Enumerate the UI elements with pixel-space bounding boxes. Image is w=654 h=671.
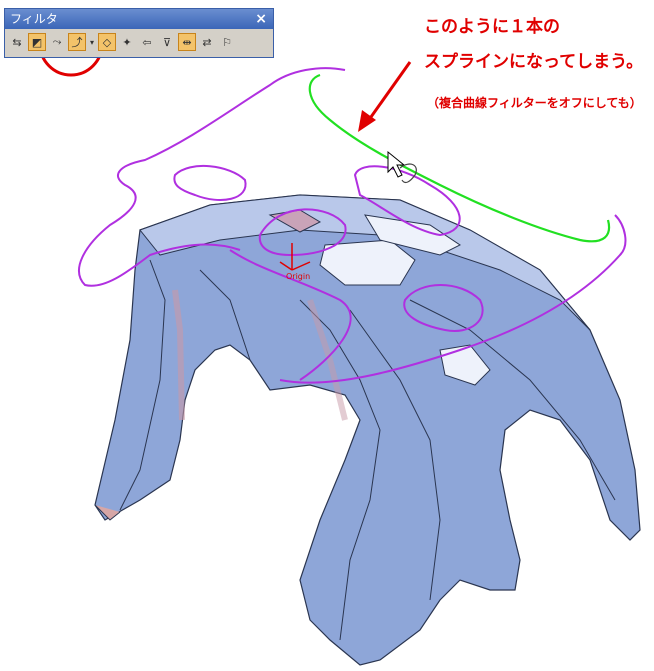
annotation-note: （複合曲線フィルターをオフにしても） [427,96,642,110]
filter-curve-icon[interactable]: ⤳ [48,33,66,51]
filter-composite-curve-icon[interactable]: ⤴ [68,33,86,51]
dropdown-arrow-icon[interactable]: ▾ [88,33,96,51]
annotation-line-2: スプラインになってしまう。 [424,52,644,72]
filter-point-icon[interactable]: ⇦ [138,33,156,51]
origin-label: Origin [286,272,311,281]
filter-settings-icon[interactable]: ⚐ [218,33,236,51]
mouse-cursor-icon [387,150,417,184]
filter-body-icon[interactable]: ⊽ [158,33,176,51]
toolbar-button-row: ⇆ ◩ ⤳ ⤴ ▾ ◇ ✦ ⇦ ⊽ ⇹ ⇄ ⚐ [5,29,273,55]
filter-edge-icon[interactable]: ◩ [28,33,46,51]
toolbar-titlebar[interactable]: フィルタ × [5,9,273,29]
annotation-line-1: このように１本の [424,17,560,37]
filter-swap-icon[interactable]: ⇆ [8,33,26,51]
annotation-arrow [358,61,412,132]
close-icon[interactable]: × [255,9,267,29]
filter-toolbar[interactable]: フィルタ × ⇆ ◩ ⤳ ⤴ ▾ ◇ ✦ ⇦ ⊽ ⇹ ⇄ ⚐ [4,8,274,58]
filter-face-icon[interactable]: ◇ [98,33,116,51]
filter-vertex-icon[interactable]: ✦ [118,33,136,51]
toolbar-title: フィルタ [10,12,58,26]
filter-select-all-icon[interactable]: ⇹ [178,33,196,51]
3d-part-model [94,194,641,666]
filter-clear-icon[interactable]: ⇄ [198,33,216,51]
